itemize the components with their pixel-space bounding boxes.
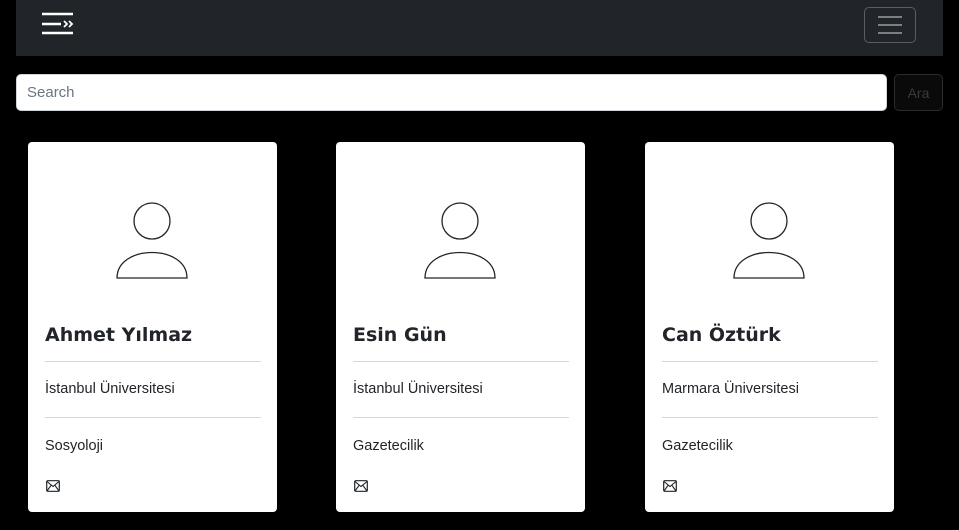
divider bbox=[45, 417, 261, 418]
list-nested-icon[interactable] bbox=[41, 12, 81, 40]
profile-card: Can Öztürk Marmara Üniversitesi Gazeteci… bbox=[645, 142, 894, 512]
person-icon bbox=[114, 200, 190, 280]
divider bbox=[353, 417, 569, 418]
divider bbox=[353, 361, 569, 362]
card-university: İstanbul Üniversitesi bbox=[45, 381, 175, 397]
navbar bbox=[16, 0, 943, 56]
divider bbox=[662, 417, 878, 418]
card-university: İstanbul Üniversitesi bbox=[353, 381, 483, 397]
envelope-icon[interactable] bbox=[663, 479, 677, 492]
card-name: Ahmet Yılmaz bbox=[45, 324, 193, 346]
profile-card: Esin Gün İstanbul Üniversitesi Gazetecil… bbox=[336, 142, 585, 512]
envelope-icon[interactable] bbox=[354, 479, 368, 492]
card-name: Can Öztürk bbox=[662, 324, 781, 346]
divider bbox=[45, 361, 261, 362]
search-button[interactable]: Ara bbox=[894, 74, 943, 111]
card-department: Gazetecilik bbox=[662, 438, 733, 454]
profile-card: Ahmet Yılmaz İstanbul Üniversitesi Sosyo… bbox=[28, 142, 277, 512]
person-icon bbox=[731, 200, 807, 280]
card-name: Esin Gün bbox=[353, 324, 447, 346]
divider bbox=[662, 361, 878, 362]
person-icon bbox=[422, 200, 498, 280]
card-department: Gazetecilik bbox=[353, 438, 424, 454]
navbar-toggler-button[interactable] bbox=[864, 7, 916, 43]
card-university: Marmara Üniversitesi bbox=[662, 381, 799, 397]
envelope-icon[interactable] bbox=[46, 479, 60, 492]
card-department: Sosyoloji bbox=[45, 438, 104, 454]
search-input[interactable] bbox=[16, 74, 887, 111]
